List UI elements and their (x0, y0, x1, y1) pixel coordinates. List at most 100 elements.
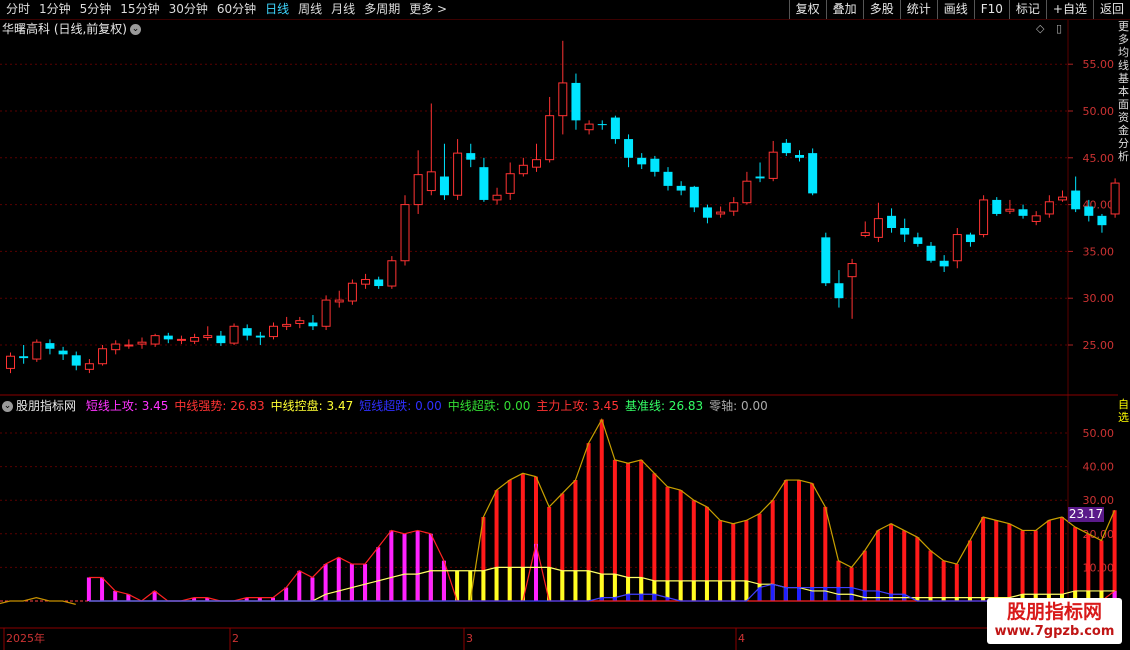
candle-body-down (597, 124, 607, 126)
indicator-tick-label: 40.00 (1083, 461, 1115, 474)
candle-body-down (650, 158, 660, 172)
candle-body-up (518, 164, 528, 175)
candle-body-up (545, 115, 555, 161)
candle-body-up (532, 159, 541, 168)
watermark-title: 股朋指标网 (1006, 601, 1102, 623)
candle-body-down (19, 356, 29, 359)
candle-body-down (965, 234, 975, 243)
candle-body-up (584, 123, 594, 131)
candle-body-down (1018, 209, 1028, 216)
time-axis-label: 2025年 (6, 631, 45, 645)
candle-body-down (913, 237, 923, 244)
candle-body-up (269, 325, 278, 338)
candle-body-down (821, 237, 831, 284)
candle-body-down (887, 215, 897, 228)
watermark-logo: 股朋指标网 www.7gpzb.com (987, 598, 1122, 644)
baseline-line (0, 597, 76, 605)
candle-body-down (624, 139, 634, 158)
candle-body-down (676, 185, 686, 191)
candle-body-up (321, 299, 331, 327)
candle-body-up (742, 180, 752, 204)
candle-body-up (847, 263, 857, 278)
candle-body-up (98, 348, 108, 365)
watermark-url: www.7gpzb.com (994, 624, 1115, 639)
price-tick-label: 25.00 (1083, 339, 1115, 352)
indicator-current-value: 23.17 (1068, 507, 1104, 522)
candle-body-down (374, 279, 384, 287)
price-tick-label: 55.00 (1083, 58, 1115, 71)
candle-body-up (32, 341, 42, 360)
candle-body-down (1071, 190, 1081, 210)
candle-body-down (216, 335, 226, 344)
candle-body-down (242, 328, 252, 336)
candle-body-up (492, 194, 502, 201)
candle-body-down (808, 153, 818, 194)
candle-body-down (466, 153, 476, 160)
time-axis-label: 3 (466, 632, 473, 645)
candle-body-down (479, 167, 489, 200)
candle-body-up (729, 202, 739, 212)
candle-body-up (334, 299, 344, 303)
candle-body-up (137, 341, 147, 345)
price-tick-label: 45.00 (1083, 152, 1115, 165)
candle-body-down (992, 199, 1002, 214)
candle-body-up (347, 282, 357, 302)
candle-body-up (124, 344, 134, 347)
candle-body-up (505, 173, 515, 194)
candle-body-up (176, 338, 186, 341)
candle-body-up (1044, 201, 1054, 215)
candle-body-up (295, 320, 305, 324)
candle-body-down (781, 142, 791, 154)
candle-body-up (558, 82, 568, 117)
candle-body-down (834, 283, 844, 299)
candle-body-up (84, 363, 94, 370)
candle-body-down (1097, 215, 1107, 226)
candle-body-up (229, 325, 239, 344)
candle-body-down (663, 171, 673, 186)
candle-body-down (1084, 206, 1094, 216)
candle-body-down (58, 350, 68, 355)
price-tick-label: 30.00 (1083, 292, 1115, 305)
candle-body-down (755, 176, 765, 179)
candle-body-down (571, 82, 581, 121)
candle-body-up (6, 355, 15, 369)
candle-body-down (163, 335, 173, 340)
indicator-tick-label: 50.00 (1083, 427, 1115, 440)
candle-body-up (1005, 208, 1015, 212)
candle-body-down (637, 157, 647, 165)
candle-body-down (900, 228, 910, 235)
candle-body-down (795, 154, 804, 158)
price-tick-label: 35.00 (1083, 245, 1115, 258)
candle-body-down (689, 186, 699, 208)
candle-body-up (860, 232, 870, 236)
price-tick-label: 50.00 (1083, 105, 1115, 118)
candle-body-down (439, 176, 449, 196)
time-axis-label: 4 (738, 632, 745, 645)
candle-body-up (979, 199, 989, 236)
candle-body-up (387, 260, 397, 287)
kline-chart[interactable]: 55.00 50.00 45.00 40.00 35.00 30.00 25.00 50.00… (0, 0, 1130, 650)
candle-body-up (453, 152, 463, 196)
candle-body-up (426, 171, 436, 192)
candle-body-up (400, 204, 410, 262)
time-axis-label: 2 (232, 632, 239, 645)
candle-body-up (203, 335, 213, 339)
candle-body-down (939, 260, 949, 267)
candle-body-down (45, 343, 55, 349)
candle-body-up (361, 278, 371, 285)
candle-body-down (71, 355, 81, 366)
candle-body-down (308, 322, 318, 327)
candle-body-up (282, 323, 292, 327)
candle-body-down (702, 207, 712, 218)
candle-body-up (873, 218, 883, 238)
candle-body-up (1058, 196, 1067, 201)
indicator-tick-label: 30.00 (1083, 494, 1115, 507)
candle-body-up (716, 211, 726, 215)
candle-body-down (255, 335, 265, 338)
candle-body-up (1110, 182, 1120, 215)
candle-body-up (111, 343, 121, 351)
candle-body-up (413, 174, 423, 206)
candle-body-up (1031, 215, 1041, 222)
candle-body-down (610, 117, 620, 140)
candle-body-up (150, 335, 160, 345)
